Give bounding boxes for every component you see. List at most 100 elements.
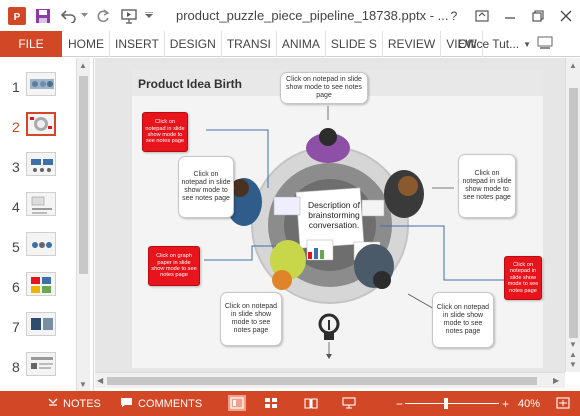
- tab-file[interactable]: FILE: [0, 31, 62, 57]
- window-controls: ?: [440, 0, 580, 31]
- thumbnail-image: [26, 272, 56, 296]
- red-note-top-left[interactable]: Click on notepad in slide show mode to s…: [142, 112, 188, 152]
- slideshow-from-beginning-icon[interactable]: [118, 5, 140, 27]
- comment-icon: [120, 397, 133, 411]
- tab-slide-show[interactable]: SLIDE S: [326, 31, 383, 57]
- canvas-scroll-thumb[interactable]: [569, 88, 578, 338]
- zoom-level[interactable]: 40%: [518, 391, 540, 416]
- chevron-down-icon: ▼: [523, 39, 532, 49]
- powerpoint-window: P product_puzzle_piece_pipeline_18738.pp…: [0, 0, 580, 416]
- reading-view-icon[interactable]: [302, 395, 320, 411]
- notes-label: NOTES: [63, 397, 101, 410]
- red-note-right[interactable]: Click on notepad in slide show mode to s…: [504, 256, 542, 300]
- note-box-right[interactable]: Click on notepad in slide show mode to s…: [458, 154, 516, 218]
- thumbnail-slide-2[interactable]: 2: [0, 108, 80, 144]
- scroll-left-icon[interactable]: ◀: [97, 376, 103, 385]
- status-bar: NOTES COMMENTS − + 40%: [0, 391, 580, 416]
- document-title: product_puzzle_piece_pipeline_18738.pptx…: [176, 8, 449, 23]
- thumbnail-slide-6[interactable]: 6: [0, 268, 80, 304]
- note-box-top[interactable]: Click on notepad in slide show mode to s…: [280, 72, 368, 104]
- thumbnail-image: [26, 352, 56, 376]
- quick-access-toolbar: P: [0, 0, 154, 31]
- thumbnail-slide-5[interactable]: 5: [0, 228, 80, 264]
- thumbnail-slide-8[interactable]: 8: [0, 348, 80, 384]
- svg-text:P: P: [14, 12, 21, 23]
- lightbulb-icon: [318, 313, 340, 359]
- redo-icon[interactable]: [92, 5, 114, 27]
- thumbnail-number: 5: [12, 239, 20, 255]
- canvas-vertical-scrollbar[interactable]: ▲ ▼ ▲ ▼: [565, 58, 580, 372]
- thumbnail-number: 4: [12, 199, 20, 215]
- tab-insert[interactable]: INSERT: [110, 31, 165, 57]
- thumbnail-slide-1[interactable]: 1: [0, 68, 80, 104]
- scroll-down-icon[interactable]: ▼: [79, 380, 87, 389]
- canvas-horizontal-scrollbar[interactable]: ◀ ▶: [95, 372, 565, 388]
- powerpoint-logo-icon[interactable]: P: [6, 5, 28, 27]
- ribbon-display-options-icon[interactable]: [468, 2, 496, 30]
- zoom-slider-track[interactable]: [405, 403, 499, 404]
- undo-dropdown-icon[interactable]: [80, 5, 88, 27]
- customize-qat-icon[interactable]: [144, 5, 154, 27]
- minimize-icon[interactable]: [496, 2, 524, 30]
- red-note-mid-left[interactable]: Click on graph paper in slide show mode …: [148, 246, 200, 286]
- thumbnail-image: [26, 232, 56, 256]
- tab-review[interactable]: REVIEW: [383, 31, 442, 57]
- zoom-in-button[interactable]: +: [502, 391, 509, 416]
- undo-icon[interactable]: [58, 5, 80, 27]
- thumbnail-number: 3: [12, 159, 20, 175]
- restore-icon[interactable]: [524, 2, 552, 30]
- previous-slide-icon[interactable]: ▲: [569, 350, 577, 359]
- scroll-right-icon[interactable]: ▶: [553, 376, 559, 385]
- user-avatar-icon: [537, 36, 553, 53]
- note-box-bottom-left[interactable]: Click on notepad in slide show mode to s…: [220, 292, 282, 346]
- fit-slide-to-window-icon[interactable]: [554, 395, 572, 411]
- thumbnail-slide-4[interactable]: 4: [0, 188, 80, 224]
- next-slide-icon[interactable]: ▼: [569, 360, 577, 369]
- account-menu[interactable]: Office Tut... ▼: [458, 31, 553, 57]
- zoom-out-button[interactable]: −: [396, 391, 403, 416]
- account-label: Office Tut...: [458, 37, 520, 51]
- thumbnail-image: [26, 312, 56, 336]
- thumbnail-number: 7: [12, 319, 20, 335]
- slide-editing-canvas: Product Idea Birth Click on notepad in s…: [95, 58, 565, 372]
- thumbnails-scrollbar[interactable]: ▲ ▼: [76, 58, 90, 391]
- tab-home[interactable]: HOME: [63, 31, 110, 57]
- tab-transitions[interactable]: TRANSI: [222, 31, 277, 57]
- center-description[interactable]: Description of brainstorming conversatio…: [304, 200, 364, 230]
- help-button[interactable]: ?: [440, 2, 468, 30]
- note-box-bottom-right[interactable]: Click on notepad in slide show mode to s…: [432, 292, 494, 348]
- zoom-slider-thumb[interactable]: [444, 398, 448, 409]
- scroll-up-icon[interactable]: ▲: [569, 61, 577, 70]
- thumbnail-number: 2: [12, 119, 20, 135]
- slide-show-view-icon[interactable]: [340, 395, 358, 411]
- thumbnails-scroll-thumb[interactable]: [79, 76, 88, 274]
- tab-design[interactable]: DESIGN: [165, 31, 222, 57]
- thumbnail-number: 6: [12, 279, 20, 295]
- thumbnail-number: 8: [12, 359, 20, 375]
- save-icon[interactable]: [32, 5, 54, 27]
- close-icon[interactable]: [552, 2, 580, 30]
- slide[interactable]: Product Idea Birth Click on notepad in s…: [132, 70, 543, 368]
- thumbnail-image: [26, 152, 56, 176]
- thumbnail-image: [26, 112, 56, 136]
- ribbon-tabs: HOME INSERT DESIGN TRANSI ANIMA SLIDE S …: [63, 31, 483, 57]
- title-bar: P product_puzzle_piece_pipeline_18738.pp…: [0, 0, 580, 31]
- thumbnail-image: [26, 72, 56, 96]
- normal-view-icon[interactable]: [228, 395, 246, 411]
- notes-icon: [48, 397, 58, 410]
- tab-animations[interactable]: ANIMA: [277, 31, 326, 57]
- notes-button[interactable]: NOTES: [48, 391, 101, 416]
- comments-button[interactable]: COMMENTS: [120, 391, 202, 416]
- slide-title[interactable]: Product Idea Birth: [138, 77, 242, 91]
- scroll-down-icon[interactable]: ▼: [569, 340, 577, 349]
- thumbnail-slide-7[interactable]: 7: [0, 308, 80, 344]
- scroll-up-icon[interactable]: ▲: [79, 61, 87, 70]
- comments-label: COMMENTS: [138, 397, 203, 410]
- note-box-left[interactable]: Click on notepad in slide show mode to s…: [178, 156, 234, 218]
- paper-icon: [361, 199, 385, 217]
- canvas-hscroll-thumb[interactable]: [107, 377, 537, 385]
- paper-icon: [273, 196, 301, 216]
- thumbnail-image: [26, 192, 56, 216]
- thumbnail-slide-3[interactable]: 3: [0, 148, 80, 184]
- slide-sorter-view-icon[interactable]: [262, 395, 280, 411]
